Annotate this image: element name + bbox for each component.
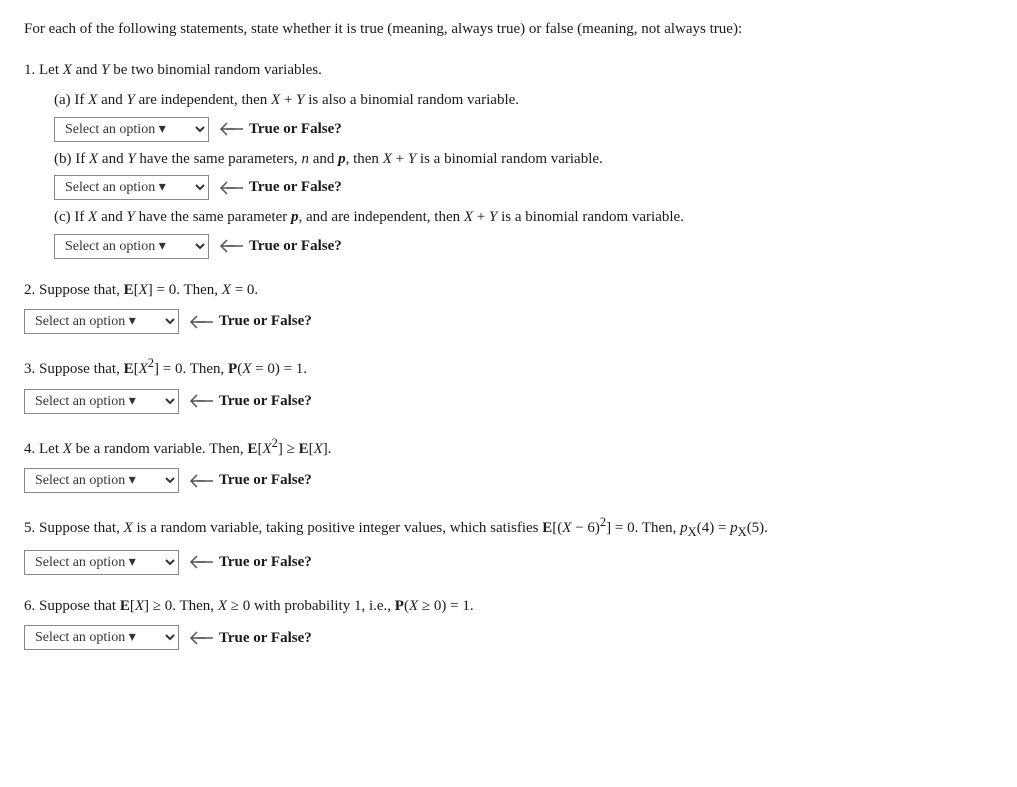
subquestion-1a-text: (a) If X and Y are independent, then X +… [54, 89, 993, 112]
subquestion-1b: (b) If X and Y have the same parameters,… [54, 148, 993, 201]
true-or-false-label-3: True or False? [187, 390, 312, 413]
question-1: 1. Let X and Y be two binomial random va… [24, 59, 993, 259]
dropdown-2[interactable]: Select an option ▾ True False [24, 309, 179, 334]
dropdown-1b[interactable]: Select an option ▾ True False [54, 175, 209, 200]
question-4-text: 4. Let X be a random variable. Then, E[X… [24, 434, 993, 461]
question-3-text: 3. Suppose that, E[X2] = 0. Then, P(X = … [24, 354, 993, 381]
dropdown-4[interactable]: Select an option ▾ True False [24, 468, 179, 493]
question-6-text: 6. Suppose that E[X] ≥ 0. Then, X ≥ 0 wi… [24, 595, 993, 618]
arrow-icon-5 [187, 552, 215, 572]
answer-row-1c: Select an option ▾ True False True or Fa… [54, 234, 993, 259]
answer-row-1a: Select an option ▾ True False True or Fa… [54, 117, 993, 142]
answer-row-3: Select an option ▾ True False True or Fa… [24, 389, 993, 414]
dropdown-6[interactable]: Select an option ▾ True False [24, 625, 179, 650]
question-1-text: 1. Let X and Y be two binomial random va… [24, 59, 993, 82]
arrow-icon-1b [217, 178, 245, 198]
subquestion-1c-text: (c) If X and Y have the same parameter p… [54, 206, 993, 229]
true-or-false-label-5: True or False? [187, 551, 312, 574]
arrow-icon-2 [187, 312, 215, 332]
question-2-text: 2. Suppose that, E[X] = 0. Then, X = 0. [24, 279, 993, 302]
subquestion-1c: (c) If X and Y have the same parameter p… [54, 206, 993, 259]
question-5: 5. Suppose that, X is a random variable,… [24, 513, 993, 575]
dropdown-1a[interactable]: Select an option ▾ True False [54, 117, 209, 142]
question-5-text: 5. Suppose that, X is a random variable,… [24, 513, 993, 542]
dropdown-5[interactable]: Select an option ▾ True False [24, 550, 179, 575]
arrow-icon-3 [187, 391, 215, 411]
intro-text: For each of the following statements, st… [24, 18, 993, 41]
true-or-false-label-4: True or False? [187, 469, 312, 492]
subquestion-1a: (a) If X and Y are independent, then X +… [54, 89, 993, 142]
arrow-icon-1a [217, 119, 245, 139]
answer-row-1b: Select an option ▾ True False True or Fa… [54, 175, 993, 200]
true-or-false-label-1c: True or False? [217, 235, 342, 258]
true-or-false-label-2: True or False? [187, 310, 312, 333]
true-or-false-label-1a: True or False? [217, 118, 342, 141]
answer-row-2: Select an option ▾ True False True or Fa… [24, 309, 993, 334]
question-4: 4. Let X be a random variable. Then, E[X… [24, 434, 993, 494]
dropdown-1c[interactable]: Select an option ▾ True False [54, 234, 209, 259]
true-or-false-label-1b: True or False? [217, 176, 342, 199]
dropdown-3[interactable]: Select an option ▾ True False [24, 389, 179, 414]
true-or-false-label-6: True or False? [187, 627, 312, 650]
answer-row-4: Select an option ▾ True False True or Fa… [24, 468, 993, 493]
question-3: 3. Suppose that, E[X2] = 0. Then, P(X = … [24, 354, 993, 414]
question-2: 2. Suppose that, E[X] = 0. Then, X = 0. … [24, 279, 993, 335]
arrow-icon-4 [187, 471, 215, 491]
answer-row-5: Select an option ▾ True False True or Fa… [24, 550, 993, 575]
arrow-icon-1c [217, 236, 245, 256]
subquestion-1b-text: (b) If X and Y have the same parameters,… [54, 148, 993, 171]
answer-row-6: Select an option ▾ True False True or Fa… [24, 625, 993, 650]
question-6: 6. Suppose that E[X] ≥ 0. Then, X ≥ 0 wi… [24, 595, 993, 651]
arrow-icon-6 [187, 628, 215, 648]
